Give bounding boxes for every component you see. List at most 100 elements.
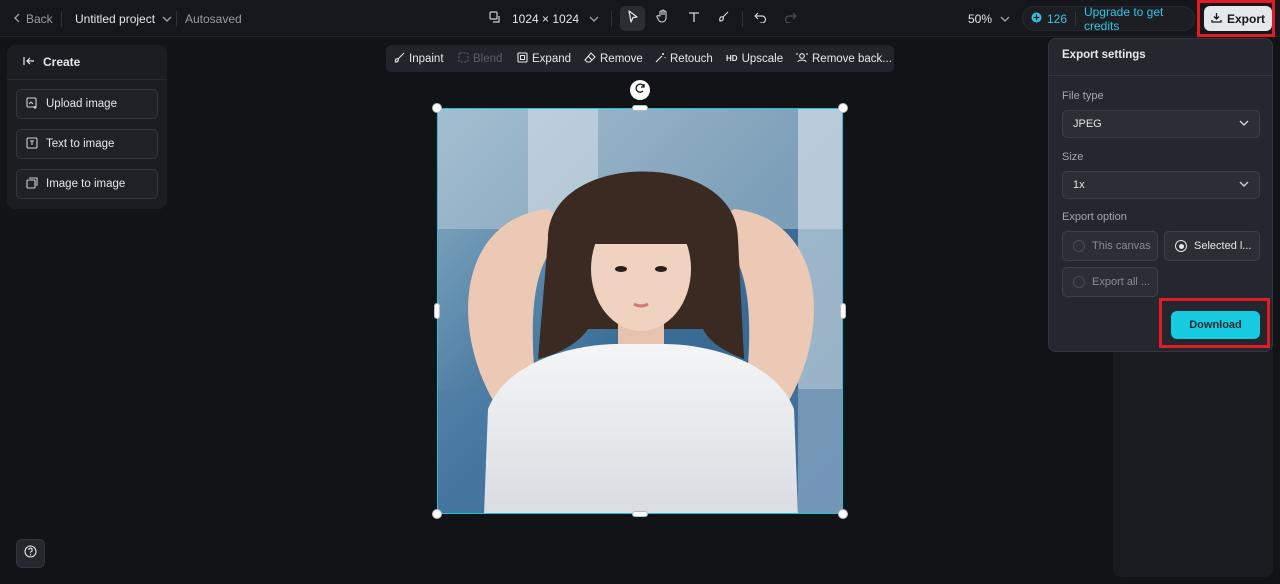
expand-label: Expand bbox=[532, 52, 572, 65]
canvas-size-label: 1024 × 1024 bbox=[512, 11, 580, 26]
credits-count: 126 bbox=[1047, 11, 1068, 26]
upscale-label: Upscale bbox=[741, 52, 784, 65]
size-select[interactable]: 1x bbox=[1062, 171, 1260, 199]
create-panel-header[interactable]: Create bbox=[7, 45, 167, 80]
hand-tool-button[interactable] bbox=[650, 6, 675, 31]
resize-icon bbox=[489, 10, 502, 27]
export-option-label: Export option bbox=[1062, 211, 1127, 223]
create-panel-title: Create bbox=[43, 55, 81, 69]
divider bbox=[176, 11, 177, 27]
zoom-level: 50% bbox=[968, 11, 993, 26]
brush-icon bbox=[717, 10, 730, 28]
rotate-handle[interactable] bbox=[630, 80, 650, 100]
file-type-value: JPEG bbox=[1073, 118, 1102, 130]
create-panel: Create Upload image Text to image Image … bbox=[7, 45, 167, 209]
image-to-image-label: Image to image bbox=[46, 178, 126, 190]
blend-button[interactable]: Blend bbox=[458, 45, 502, 72]
remove-label: Remove bbox=[600, 52, 643, 65]
divider bbox=[1075, 11, 1076, 26]
credit-coin-icon bbox=[1031, 12, 1042, 26]
resize-handle-top-right[interactable] bbox=[838, 103, 848, 113]
resize-handle-right[interactable] bbox=[840, 303, 846, 319]
chevron-down-icon bbox=[589, 12, 599, 26]
top-bar: Back Untitled project Autosaved 1024 × 1… bbox=[0, 0, 1280, 37]
file-type-select[interactable]: JPEG bbox=[1062, 110, 1260, 138]
undo-icon bbox=[754, 10, 767, 28]
back-button[interactable]: Back bbox=[13, 0, 53, 37]
chevron-down-icon bbox=[1239, 118, 1249, 130]
help-button[interactable] bbox=[16, 539, 45, 568]
magic-wand-icon bbox=[655, 52, 666, 66]
divider bbox=[61, 11, 62, 27]
collapse-left-icon bbox=[23, 55, 35, 69]
portrait-photo bbox=[438, 109, 842, 513]
pointer-icon bbox=[627, 9, 639, 28]
divider bbox=[611, 11, 612, 27]
image-to-image-icon bbox=[26, 176, 38, 192]
upload-image-button[interactable]: Upload image bbox=[16, 89, 158, 119]
radio-unchecked-icon bbox=[1073, 276, 1085, 288]
blend-icon bbox=[458, 51, 469, 66]
radio-checked-icon bbox=[1175, 240, 1187, 252]
resize-handle-top[interactable] bbox=[632, 105, 648, 111]
edit-toolbar: Inpaint Blend Expand Remove Retouch HD U… bbox=[386, 45, 894, 72]
redo-button[interactable] bbox=[778, 6, 803, 31]
resize-handle-bottom-left[interactable] bbox=[432, 509, 442, 519]
draw-tool-button[interactable] bbox=[711, 6, 736, 31]
export-option-selected-layers[interactable]: Selected l... bbox=[1164, 231, 1260, 261]
chevron-down-icon bbox=[1000, 12, 1010, 26]
size-label: Size bbox=[1062, 151, 1084, 163]
resize-handle-bottom[interactable] bbox=[632, 511, 648, 517]
export-option-export-all[interactable]: Export all ... bbox=[1062, 267, 1158, 297]
hand-icon bbox=[656, 9, 669, 28]
zoom-dropdown[interactable]: 50% bbox=[968, 0, 1010, 37]
option-label: Selected l... bbox=[1194, 240, 1252, 252]
expand-icon bbox=[517, 51, 528, 66]
text-to-image-button[interactable]: Text to image bbox=[16, 129, 158, 159]
expand-button[interactable]: Expand bbox=[517, 45, 571, 72]
hd-icon: HD bbox=[726, 54, 738, 63]
text-tool-button[interactable] bbox=[681, 6, 706, 31]
undo-button[interactable] bbox=[748, 6, 773, 31]
divider bbox=[742, 11, 743, 27]
size-value: 1x bbox=[1073, 179, 1085, 191]
resize-handle-bottom-right[interactable] bbox=[838, 509, 848, 519]
save-status: Autosaved bbox=[185, 11, 242, 26]
back-label: Back bbox=[26, 11, 53, 26]
select-tool-button[interactable] bbox=[620, 6, 645, 31]
file-type-label: File type bbox=[1062, 90, 1104, 102]
help-icon bbox=[24, 544, 37, 563]
text-icon bbox=[688, 10, 700, 28]
redo-icon bbox=[784, 10, 797, 28]
retouch-label: Retouch bbox=[670, 52, 713, 65]
retouch-button[interactable]: Retouch bbox=[655, 45, 713, 72]
radio-unchecked-icon bbox=[1073, 240, 1085, 252]
project-title: Untitled project bbox=[75, 11, 156, 26]
export-option-this-canvas[interactable]: This canvas bbox=[1062, 231, 1158, 261]
right-side-panel bbox=[1113, 340, 1273, 577]
upscale-button[interactable]: HD Upscale bbox=[726, 45, 783, 72]
divider bbox=[1049, 75, 1272, 76]
resize-handle-left[interactable] bbox=[434, 303, 440, 319]
option-label: This canvas bbox=[1092, 240, 1151, 252]
upgrade-link[interactable]: Upgrade to get credits bbox=[1084, 5, 1194, 33]
image-to-image-button[interactable]: Image to image bbox=[16, 169, 158, 199]
inpaint-button[interactable]: Inpaint bbox=[394, 45, 444, 72]
text-to-image-label: Text to image bbox=[46, 138, 115, 150]
blend-label: Blend bbox=[473, 52, 503, 65]
option-label: Export all ... bbox=[1092, 276, 1151, 288]
canvas-size-dropdown[interactable]: 1024 × 1024 bbox=[489, 0, 599, 37]
eraser-icon bbox=[584, 51, 596, 66]
resize-handle-top-left[interactable] bbox=[432, 103, 442, 113]
chevron-down-icon bbox=[162, 12, 172, 26]
canvas-image[interactable] bbox=[437, 108, 843, 514]
remove-background-icon bbox=[796, 52, 808, 66]
remove-button[interactable]: Remove bbox=[584, 45, 643, 72]
project-title-dropdown[interactable]: Untitled project bbox=[75, 0, 172, 37]
credits-pill[interactable]: 126 Upgrade to get credits bbox=[1022, 5, 1195, 33]
chevron-left-icon bbox=[13, 12, 22, 26]
chevron-down-icon bbox=[1239, 179, 1249, 191]
remove-background-button[interactable]: Remove back... bbox=[796, 45, 892, 72]
export-highlight-box bbox=[1197, 0, 1275, 37]
upload-image-icon bbox=[26, 96, 38, 112]
